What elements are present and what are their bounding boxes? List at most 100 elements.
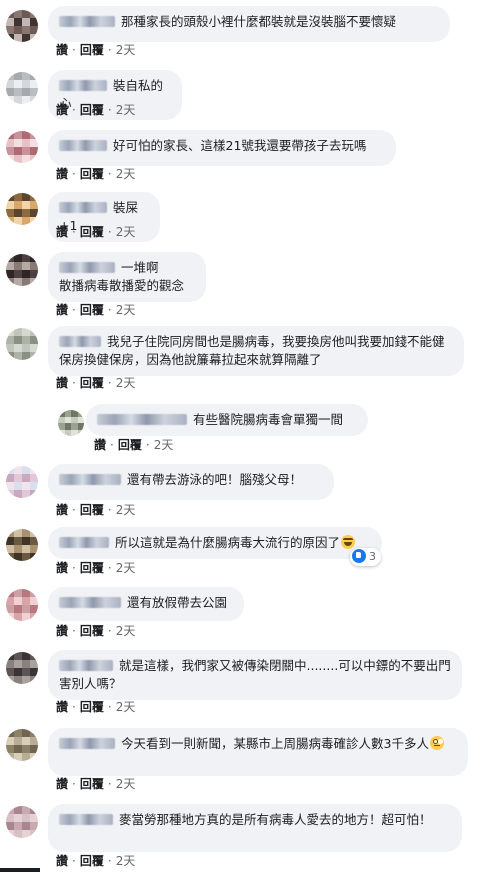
avatar-pixel <box>14 262 22 270</box>
avatar-pixel <box>6 806 14 814</box>
avatar-pixel <box>6 737 14 745</box>
like-button[interactable]: 讚 <box>56 103 68 117</box>
timestamp-link[interactable]: 2天 <box>116 777 136 791</box>
like-button[interactable]: 讚 <box>56 167 68 181</box>
comment-text: 今天看到一則新聞，某縣市上周腸病毒確診人數3千多人 <box>121 736 429 751</box>
avatar-pixel <box>6 589 14 597</box>
reply-button[interactable]: 回覆 <box>80 167 104 181</box>
avatar-pixel <box>22 254 30 262</box>
avatar[interactable] <box>6 806 38 838</box>
reply-button[interactable]: 回覆 <box>80 376 104 390</box>
timestamp-link[interactable]: 2天 <box>116 376 136 390</box>
avatar-pixel <box>14 254 22 262</box>
avatar-pixel <box>6 131 14 139</box>
reply-button[interactable]: 回覆 <box>80 777 104 791</box>
avatar-pixel <box>6 155 14 163</box>
timestamp-link[interactable]: 2天 <box>154 438 174 452</box>
like-button[interactable]: 讚 <box>56 303 68 317</box>
timestamp-link[interactable]: 2天 <box>116 303 136 317</box>
reply-button[interactable]: 回覆 <box>80 43 104 57</box>
avatar-pixel <box>22 822 30 830</box>
avatar[interactable] <box>6 131 38 163</box>
avatar-pixel <box>6 88 14 96</box>
commenter-name-blurred[interactable] <box>59 16 115 27</box>
comment-actions: 讚 · 回覆 · 2天 <box>56 224 135 240</box>
commenter-name-blurred[interactable] <box>97 414 187 425</box>
avatar-pixel <box>22 147 30 155</box>
avatar[interactable] <box>6 10 38 42</box>
avatar-pixel <box>14 737 22 745</box>
reply-button[interactable]: 回覆 <box>80 225 104 239</box>
avatar-pixel <box>30 328 38 336</box>
timestamp-link[interactable]: 2天 <box>116 225 136 239</box>
commenter-name-blurred[interactable] <box>59 738 115 749</box>
like-button[interactable]: 讚 <box>56 624 68 638</box>
avatar-pixel <box>30 80 38 88</box>
reply-button[interactable]: 回覆 <box>80 103 104 117</box>
avatar-pixel <box>30 474 38 482</box>
reply-button[interactable]: 回覆 <box>80 303 104 317</box>
commenter-name-blurred[interactable] <box>59 597 121 608</box>
commenter-name-blurred[interactable] <box>59 140 107 151</box>
commenter-name-blurred[interactable] <box>59 814 113 825</box>
avatar[interactable] <box>6 72 38 104</box>
timestamp-link[interactable]: 2天 <box>116 167 136 181</box>
commenter-name-blurred[interactable] <box>59 262 115 273</box>
avatar-pixel <box>30 336 38 344</box>
reply-button[interactable]: 回覆 <box>80 503 104 517</box>
comment-text: 我兒子住院同房間也是腸病毒，我要換房他叫我要加錢不能健保房換健保房，因為他說簾幕… <box>59 334 445 367</box>
avatar[interactable] <box>6 466 38 498</box>
avatar[interactable] <box>6 652 38 684</box>
separator-dot: · <box>107 561 112 575</box>
comment-bubble: 就是這樣，我們家又被傳染閉關中........可以中鏢的不要出門害別人嗎？ <box>48 650 462 700</box>
commenter-name-blurred[interactable] <box>59 660 113 671</box>
avatar[interactable] <box>6 254 38 286</box>
timestamp-link[interactable]: 2天 <box>116 503 136 517</box>
commenter-name-blurred[interactable] <box>59 336 101 347</box>
like-button[interactable]: 讚 <box>56 225 68 239</box>
avatar[interactable] <box>58 410 84 436</box>
like-button[interactable]: 讚 <box>56 503 68 517</box>
commenter-name-blurred[interactable] <box>59 537 109 548</box>
reply-button[interactable]: 回覆 <box>118 438 142 452</box>
avatar-pixel <box>22 139 30 147</box>
reply-button[interactable]: 回覆 <box>80 624 104 638</box>
avatar[interactable] <box>6 729 38 761</box>
avatar[interactable] <box>6 529 38 561</box>
like-button[interactable]: 讚 <box>94 438 106 452</box>
separator-dot: · <box>72 103 76 117</box>
avatar-pixel <box>22 352 30 360</box>
avatar-pixel <box>14 660 22 668</box>
reply-button[interactable]: 回覆 <box>80 700 104 714</box>
commenter-name-blurred[interactable] <box>59 474 121 485</box>
avatar-pixel <box>6 613 14 621</box>
avatar-pixel <box>22 613 30 621</box>
reply-button[interactable]: 回覆 <box>80 561 104 575</box>
reply-button[interactable]: 回覆 <box>80 854 104 868</box>
avatar-pixel <box>30 270 38 278</box>
avatar-pixel <box>14 474 22 482</box>
timestamp-link[interactable]: 2天 <box>116 561 136 575</box>
timestamp-link[interactable]: 2天 <box>116 43 136 57</box>
reaction-count-badge[interactable]: 3 <box>350 548 381 566</box>
avatar-pixel <box>14 729 22 737</box>
avatar-pixel <box>6 545 14 553</box>
timestamp-link[interactable]: 2天 <box>116 103 136 117</box>
avatar-pixel <box>14 605 22 613</box>
like-button[interactable]: 讚 <box>56 777 68 791</box>
commenter-name-blurred[interactable] <box>59 80 107 91</box>
timestamp-link[interactable]: 2天 <box>116 854 136 868</box>
timestamp-link[interactable]: 2天 <box>116 700 136 714</box>
like-button[interactable]: 讚 <box>56 376 68 390</box>
avatar[interactable] <box>6 193 38 225</box>
commenter-name-blurred[interactable] <box>59 202 107 213</box>
timestamp-link[interactable]: 2天 <box>116 624 136 638</box>
like-button[interactable]: 讚 <box>56 43 68 57</box>
avatar[interactable] <box>6 589 38 621</box>
comment-text: 還有帶去游泳的吧！腦殘父母！ <box>127 472 303 487</box>
avatar-pixel <box>6 18 14 26</box>
like-button[interactable]: 讚 <box>56 854 68 868</box>
like-button[interactable]: 讚 <box>56 561 68 575</box>
avatar[interactable] <box>6 328 38 360</box>
like-button[interactable]: 讚 <box>56 700 68 714</box>
